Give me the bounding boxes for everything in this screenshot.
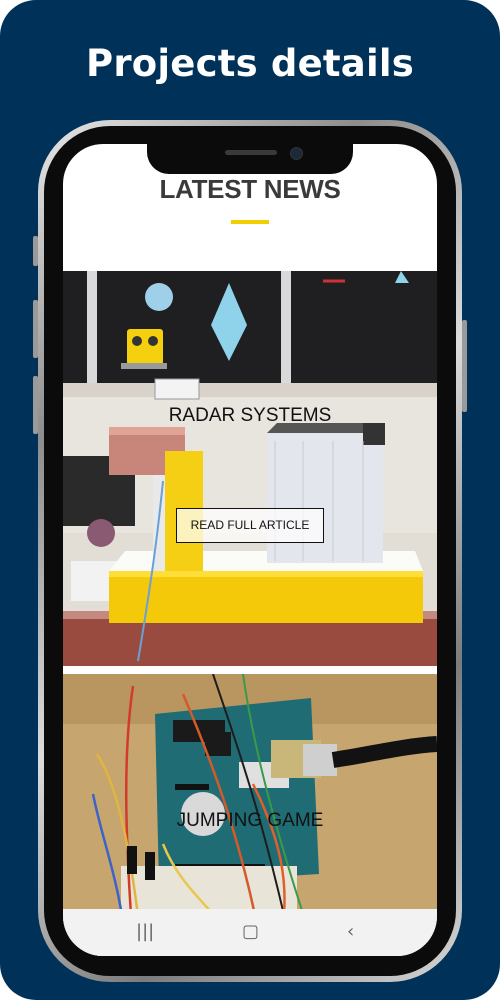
front-camera: [290, 147, 303, 160]
article-title: RADAR SYSTEMS: [168, 405, 332, 426]
read-full-article-button[interactable]: READ FULL ARTICLE: [176, 508, 324, 543]
phone-power-button: [462, 320, 467, 412]
back-icon[interactable]: ‹: [347, 921, 354, 942]
radar-project-image: [63, 271, 437, 666]
article-card-radar[interactable]: RADAR SYSTEMS READ FULL ARTICLE: [63, 271, 437, 666]
phone-notch: [147, 144, 353, 174]
phone-volume-up: [33, 300, 38, 358]
heading-underline: [231, 220, 269, 224]
phone-silent-switch: [33, 236, 38, 266]
recents-icon[interactable]: |||: [136, 921, 154, 942]
home-icon[interactable]: ▢: [242, 921, 259, 942]
promo-title: Projects details: [86, 42, 414, 85]
promo-background: Projects details LATEST NEWS RADAR SYSTE…: [0, 0, 500, 1000]
android-navigation-bar: ||| ▢ ‹: [63, 909, 437, 956]
speaker-grille: [225, 150, 277, 155]
article-title: JUMPING GAME: [176, 810, 324, 831]
phone-screen: LATEST NEWS RADAR SYSTEMS READ FULL ARTI…: [63, 144, 437, 956]
latest-news-heading: LATEST NEWS: [159, 174, 341, 204]
phone-volume-down: [33, 376, 38, 434]
